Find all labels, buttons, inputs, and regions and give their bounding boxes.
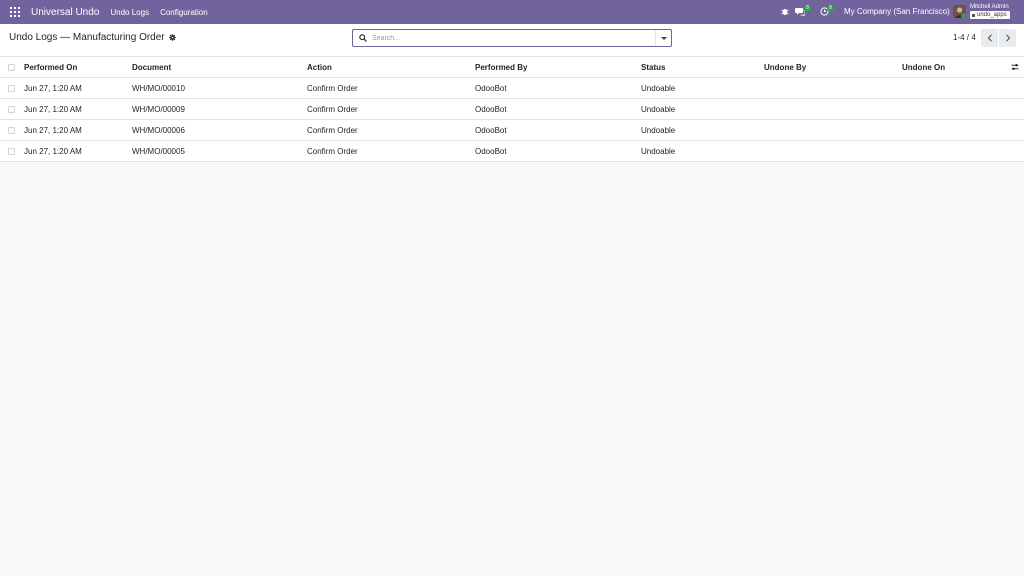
cell-performed-by: OdooBot (475, 147, 507, 156)
database-icon (972, 13, 975, 17)
menu-undo-logs[interactable]: Undo Logs (110, 8, 149, 17)
list-empty-area (0, 164, 1024, 576)
column-header-document[interactable]: Document (132, 57, 171, 78)
cell-action: Confirm Order (307, 105, 358, 114)
column-header-status[interactable]: Status (641, 57, 665, 78)
pager-next-button[interactable] (999, 29, 1016, 47)
optional-columns-icon[interactable] (1011, 63, 1019, 71)
cell-document: WH/MO/00010 (132, 84, 185, 93)
table-header-row: Performed On Document Action Performed B… (0, 57, 1024, 78)
cell-status: Undoable (641, 105, 676, 114)
menu-configuration[interactable]: Configuration (160, 8, 208, 17)
search-bar[interactable] (352, 29, 672, 47)
table-row[interactable]: Jun 27, 1:20 AM WH/MO/00010 Confirm Orde… (0, 78, 1024, 99)
cell-status: Undoable (641, 126, 676, 135)
cell-performed-by: OdooBot (475, 84, 507, 93)
select-all-checkbox[interactable] (8, 64, 15, 71)
cell-status: Undoable (641, 84, 676, 93)
activity-badge: 8 (827, 5, 834, 12)
row-checkbox[interactable] (8, 148, 15, 155)
bug-icon[interactable] (781, 7, 789, 16)
cell-action: Confirm Order (307, 84, 358, 93)
column-header-performed-by[interactable]: Performed By (475, 57, 527, 78)
table-row[interactable]: Jun 27, 1:20 AM WH/MO/00006 Confirm Orde… (0, 120, 1024, 141)
cell-performed-on: Jun 27, 1:20 AM (24, 105, 82, 114)
column-header-undone-on[interactable]: Undone On (902, 57, 945, 78)
search-input[interactable] (372, 32, 652, 44)
cell-action: Confirm Order (307, 126, 358, 135)
cell-performed-on: Jun 27, 1:20 AM (24, 84, 82, 93)
pager-previous-button[interactable] (981, 29, 998, 47)
cell-document: WH/MO/00006 (132, 126, 185, 135)
online-status-dot (961, 13, 967, 19)
pager-value[interactable]: 1-4 / 4 (953, 33, 976, 42)
chat-badge: 8 (804, 5, 811, 12)
cell-action: Confirm Order (307, 147, 358, 156)
caret-down-icon (660, 36, 667, 40)
breadcrumb: Undo Logs — Manufacturing Order (9, 32, 176, 43)
apps-menu-icon[interactable] (10, 7, 20, 17)
cell-performed-by: OdooBot (475, 105, 507, 114)
table-row[interactable]: Jun 27, 1:20 AM WH/MO/00005 Confirm Orde… (0, 141, 1024, 162)
gear-icon[interactable] (168, 34, 176, 41)
table-row[interactable]: Jun 27, 1:20 AM WH/MO/00009 Confirm Orde… (0, 99, 1024, 120)
cell-document: WH/MO/00009 (132, 105, 185, 114)
chevron-right-icon (1005, 34, 1010, 42)
user-name[interactable]: Mitchell Admin (970, 4, 1009, 10)
chevron-left-icon (987, 34, 992, 42)
cell-performed-on: Jun 27, 1:20 AM (24, 126, 82, 135)
search-icon (359, 34, 367, 42)
column-header-undone-by[interactable]: Undone By (764, 57, 806, 78)
row-checkbox[interactable] (8, 127, 15, 134)
search-options-toggle[interactable] (655, 30, 671, 46)
cell-performed-by: OdooBot (475, 126, 507, 135)
control-panel: Undo Logs — Manufacturing Order 1-4 / 4 (0, 24, 1024, 57)
company-switcher[interactable]: My Company (San Francisco) (844, 7, 950, 16)
column-header-action[interactable]: Action (307, 57, 332, 78)
row-checkbox[interactable] (8, 85, 15, 92)
cell-performed-on: Jun 27, 1:20 AM (24, 147, 82, 156)
cell-document: WH/MO/00005 (132, 147, 185, 156)
page-title: Undo Logs — Manufacturing Order (9, 32, 165, 43)
database-badge: undo_apps (970, 11, 1010, 19)
cell-status: Undoable (641, 147, 676, 156)
column-header-performed-on[interactable]: Performed On (24, 57, 77, 78)
database-name: undo_apps (977, 12, 1007, 18)
list-table: Performed On Document Action Performed B… (0, 57, 1024, 162)
row-checkbox[interactable] (8, 106, 15, 113)
app-name[interactable]: Universal Undo (31, 7, 99, 18)
